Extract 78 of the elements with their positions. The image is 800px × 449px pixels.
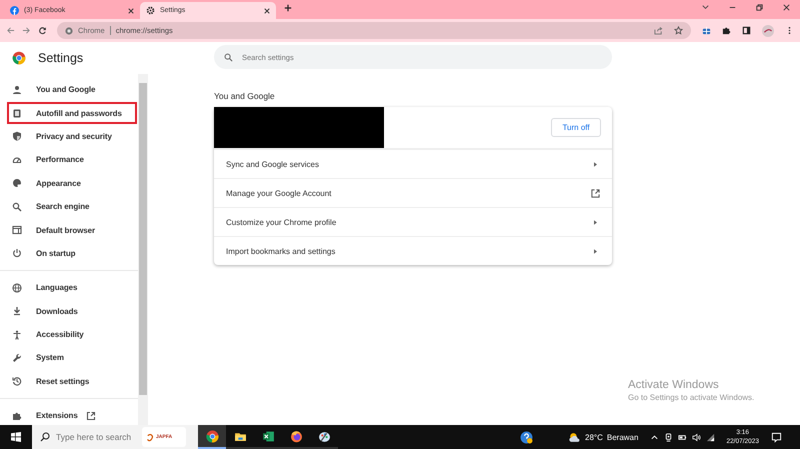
sidebar-item[interactable]: Downloads bbox=[0, 300, 138, 323]
puzzle-icon[interactable] bbox=[722, 26, 731, 35]
sidebar-item[interactable]: Extensions bbox=[0, 404, 138, 428]
webcam-icon[interactable] bbox=[664, 432, 674, 442]
side-panel-icon[interactable] bbox=[742, 26, 751, 35]
palette-icon bbox=[12, 178, 22, 188]
sidebar-item[interactable]: Autofill and passwords bbox=[6, 101, 138, 125]
reload-icon[interactable] bbox=[38, 26, 47, 35]
sidebar-item[interactable]: You and Google bbox=[0, 78, 138, 102]
paint-palette-icon bbox=[318, 430, 330, 442]
section-title: You and Google bbox=[214, 91, 276, 101]
chrome-logo-icon bbox=[12, 51, 26, 65]
sidebar-item[interactable]: On startup bbox=[0, 242, 138, 266]
clipboard-icon bbox=[12, 108, 22, 118]
history-icon bbox=[12, 376, 22, 386]
gear-icon bbox=[146, 6, 155, 15]
activation-title: Activate Windows bbox=[628, 379, 720, 391]
sidebar-item[interactable]: Default browser bbox=[0, 218, 138, 242]
search-icon bbox=[40, 432, 50, 442]
speaker-icon[interactable] bbox=[692, 432, 702, 442]
fox-icon bbox=[290, 430, 302, 442]
sidebar-item[interactable]: Search engine bbox=[0, 194, 138, 218]
person-icon bbox=[12, 84, 22, 95]
sidebar-item[interactable]: Appearance bbox=[0, 172, 138, 195]
chrome-icon bbox=[65, 26, 73, 34]
sidebar-item[interactable]: Privacy and security bbox=[0, 124, 138, 148]
chrome-icon bbox=[206, 430, 218, 442]
activation-message: Go to Settings to activate Windows. bbox=[628, 393, 754, 402]
browser-icon bbox=[12, 225, 22, 236]
wifi-icon[interactable] bbox=[706, 432, 716, 442]
battery-icon[interactable] bbox=[678, 432, 688, 442]
external-link-icon bbox=[591, 188, 600, 198]
new-tab-icon[interactable] bbox=[284, 4, 292, 12]
arrow-icon bbox=[594, 248, 597, 254]
settings-row[interactable]: Import bookmarks and settings bbox=[214, 236, 612, 265]
download-icon bbox=[12, 306, 22, 316]
weather-widget[interactable]: 28°C Berawan bbox=[568, 430, 638, 444]
close-icon[interactable] bbox=[264, 8, 270, 14]
cloud-sun-icon bbox=[568, 430, 581, 444]
wrench-icon bbox=[12, 352, 22, 363]
scrollbar[interactable] bbox=[138, 74, 148, 425]
share-icon[interactable] bbox=[654, 26, 663, 35]
arrow-icon bbox=[594, 162, 597, 166]
facebook-icon bbox=[10, 6, 19, 15]
shield-icon bbox=[12, 131, 22, 142]
back-icon[interactable] bbox=[6, 26, 15, 35]
close-icon[interactable] bbox=[782, 2, 791, 12]
close-icon[interactable] bbox=[128, 8, 134, 14]
profile-avatar[interactable] bbox=[762, 24, 774, 36]
logo-mark-icon bbox=[146, 432, 155, 442]
turn-off-button[interactable]: Turn off bbox=[551, 118, 601, 137]
start-icon[interactable] bbox=[11, 432, 21, 442]
search-icon bbox=[224, 52, 233, 62]
puzzle-icon bbox=[12, 410, 22, 421]
power-icon bbox=[12, 248, 22, 258]
sidebar-item[interactable]: Performance bbox=[0, 148, 138, 172]
settings-title: Settings bbox=[38, 51, 84, 65]
settings-row[interactable]: Manage your Google Account bbox=[214, 178, 612, 207]
access-icon bbox=[12, 330, 22, 340]
sidebar-item[interactable]: Reset settings bbox=[0, 370, 138, 394]
star-icon[interactable] bbox=[674, 26, 683, 35]
arrow-icon bbox=[594, 220, 597, 224]
globe-icon bbox=[12, 282, 22, 293]
settings-row[interactable]: Customize your Chrome profile bbox=[214, 207, 612, 236]
settings-row[interactable]: Sync and Google services bbox=[214, 149, 612, 178]
tab-search-icon[interactable] bbox=[701, 2, 710, 12]
sidebar-item[interactable]: System bbox=[0, 346, 138, 370]
forward-icon[interactable] bbox=[22, 26, 31, 35]
notification-icon[interactable] bbox=[771, 432, 782, 442]
sidebar-item[interactable]: Languages bbox=[0, 276, 138, 300]
sidebar-item[interactable]: Accessibility bbox=[0, 322, 138, 346]
gauge-icon bbox=[12, 154, 22, 165]
taskbar-app[interactable] bbox=[198, 425, 226, 449]
restore-icon[interactable] bbox=[755, 2, 764, 12]
search-icon bbox=[12, 202, 22, 212]
spreadsheet-icon bbox=[262, 430, 274, 442]
help-icon[interactable] bbox=[520, 430, 533, 444]
extension-icon[interactable] bbox=[702, 26, 711, 35]
